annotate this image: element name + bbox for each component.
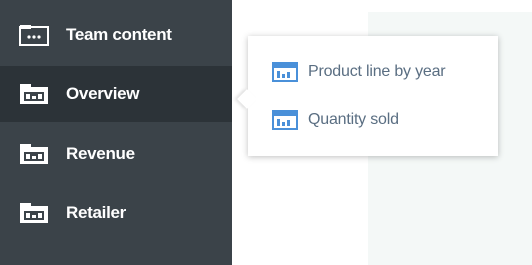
flyout-item-label: Quantity sold — [308, 111, 399, 128]
sidebar-item-label: Revenue — [66, 144, 135, 163]
folder-icon — [18, 142, 50, 166]
report-icon — [272, 110, 298, 130]
sidebar-item-label: Retailer — [66, 203, 126, 222]
sidebar-item-team-content[interactable]: Team content — [0, 7, 232, 63]
flyout-item-label: Product line by year — [308, 63, 446, 80]
sidebar: Team content Overview Revenue Retailer — [0, 0, 232, 265]
sidebar-item-revenue[interactable]: Revenue — [0, 126, 232, 182]
sidebar-item-label: Overview — [66, 84, 140, 103]
flyout-item-quantity-sold[interactable]: Quantity sold — [248, 100, 498, 140]
flyout-item-product-line-by-year[interactable]: Product line by year — [248, 52, 498, 92]
sidebar-item-retailer[interactable]: Retailer — [0, 185, 232, 241]
overview-flyout-menu: Product line by year Quantity sold — [237, 36, 498, 156]
sidebar-item-label: Team content — [66, 25, 172, 44]
folder-icon — [18, 82, 50, 106]
team-folder-icon — [18, 23, 50, 47]
folder-icon — [18, 201, 50, 225]
sidebar-item-overview[interactable]: Overview — [0, 66, 232, 122]
report-icon — [272, 62, 298, 82]
